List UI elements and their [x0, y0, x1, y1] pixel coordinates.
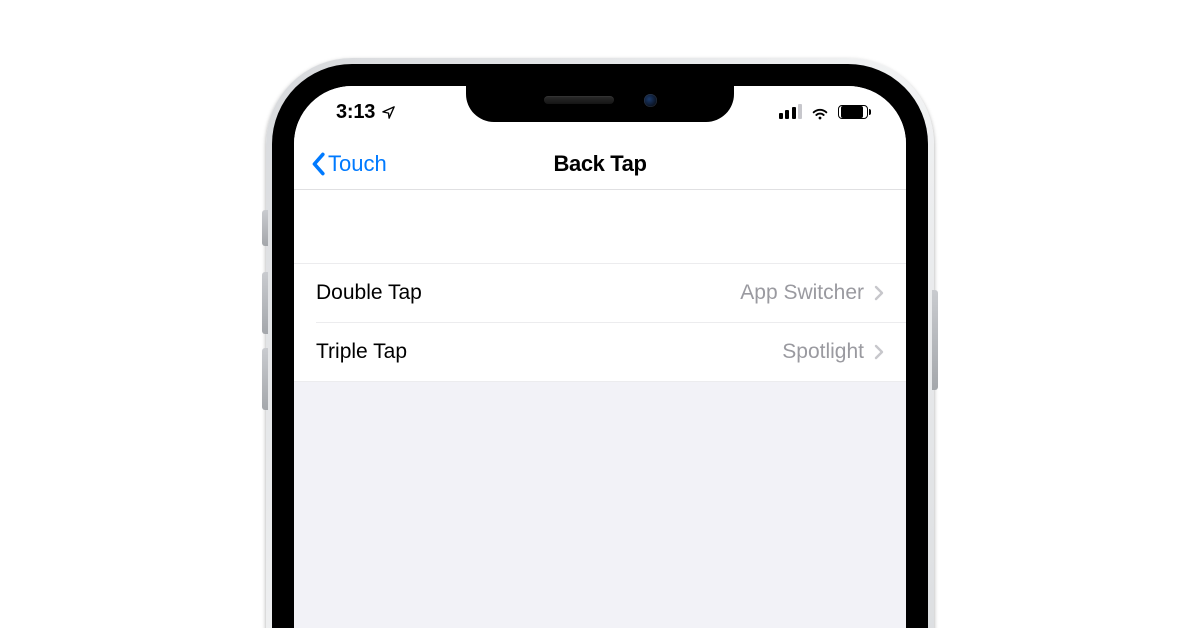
side-button	[932, 290, 938, 390]
row-double-tap[interactable]: Double Tap App Switcher	[294, 264, 906, 322]
chevron-left-icon	[310, 152, 326, 176]
wifi-icon	[810, 105, 830, 120]
row-value: Spotlight	[782, 340, 864, 364]
back-label: Touch	[328, 151, 387, 177]
front-camera	[644, 94, 657, 107]
iphone-bezel: 3:13	[272, 64, 928, 628]
navigation-bar: Touch Back Tap	[294, 138, 906, 190]
notch	[466, 78, 734, 122]
volume-up-button	[262, 272, 268, 334]
battery-fill	[841, 106, 863, 118]
row-right: App Switcher	[740, 281, 884, 305]
row-triple-tap[interactable]: Triple Tap Spotlight	[294, 323, 906, 381]
row-label: Double Tap	[316, 281, 422, 305]
volume-down-button	[262, 348, 268, 410]
settings-content: Double Tap App Switcher	[294, 190, 906, 382]
section-spacer	[294, 190, 906, 264]
page-title: Back Tap	[554, 151, 647, 177]
chevron-right-icon	[874, 285, 884, 301]
earpiece-speaker	[544, 96, 614, 104]
iphone-frame: 3:13	[266, 58, 934, 628]
row-label: Triple Tap	[316, 340, 407, 364]
row-right: Spotlight	[782, 340, 884, 364]
screen: 3:13	[294, 86, 906, 628]
battery-icon	[838, 105, 868, 119]
status-left: 3:13	[322, 101, 396, 124]
chevron-right-icon	[874, 344, 884, 360]
status-right	[779, 105, 879, 120]
cellular-signal-icon	[779, 105, 803, 119]
back-button[interactable]: Touch	[304, 138, 393, 189]
row-value: App Switcher	[740, 281, 864, 305]
iphone-inner: 3:13	[286, 78, 914, 628]
row-divider	[294, 381, 906, 382]
location-services-icon	[381, 105, 396, 120]
canvas: 3:13	[0, 0, 1200, 628]
mute-switch	[262, 210, 268, 246]
status-time: 3:13	[336, 101, 375, 124]
